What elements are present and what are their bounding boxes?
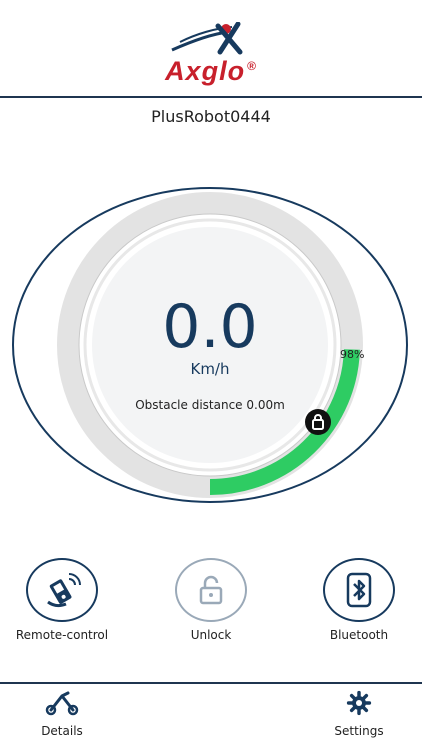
- gear-icon: [346, 690, 372, 716]
- tab-details-label: Details: [41, 724, 83, 738]
- footer-divider: [0, 682, 422, 684]
- device-name: PlusRobot0444: [151, 107, 271, 126]
- unlock-button[interactable]: Unlock: [151, 558, 271, 642]
- speed-value: 0.0: [162, 292, 258, 362]
- tab-settings-label: Settings: [334, 724, 384, 738]
- unlock-label: Unlock: [190, 628, 232, 642]
- unlock-icon: [199, 575, 223, 605]
- bluetooth-icon: [346, 572, 372, 608]
- battery-percentage: 98%: [340, 348, 365, 361]
- bluetooth-button[interactable]: Bluetooth: [299, 558, 419, 642]
- bluetooth-label: Bluetooth: [329, 628, 389, 642]
- obstacle-distance: Obstacle distance 0.00m: [135, 398, 285, 412]
- remote-control-button[interactable]: Remote-control: [2, 558, 122, 642]
- lock-status-icon: [305, 409, 331, 435]
- header-divider: [0, 96, 422, 98]
- tab-details[interactable]: Details: [17, 690, 107, 738]
- remote-control-label: Remote-control: [15, 628, 109, 642]
- speed-unit: Km/h: [190, 360, 230, 378]
- axglo-logo-icon: [171, 22, 243, 55]
- remote-control-icon: [47, 573, 81, 608]
- brand-logo-text: Axglo ®: [165, 56, 257, 86]
- app-header: Axglo ®: [0, 0, 422, 97]
- tab-settings[interactable]: Settings: [314, 690, 404, 738]
- scooter-icon: [45, 691, 79, 716]
